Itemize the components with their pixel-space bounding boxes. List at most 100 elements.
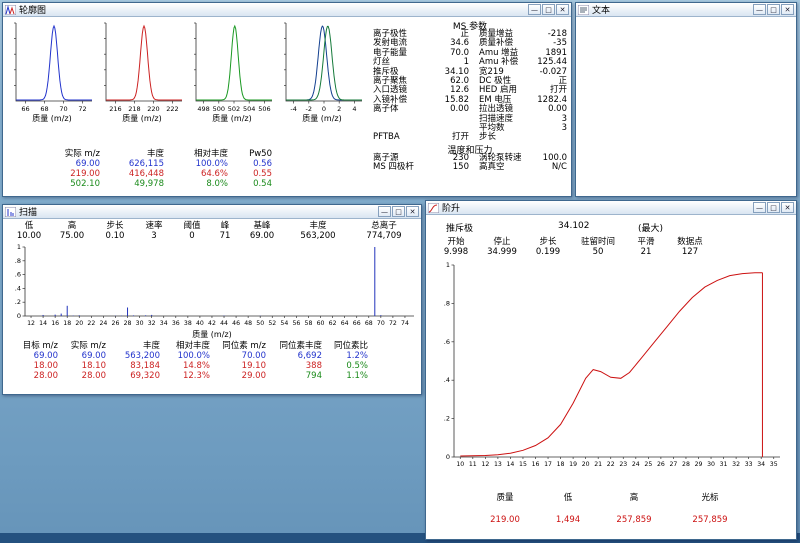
svg-text:502: 502 — [228, 105, 240, 113]
minimize-button[interactable]: — — [528, 4, 541, 15]
ramp-parameter-line: 推斥极 34.102 (最大) — [426, 221, 796, 234]
svg-text:13: 13 — [494, 461, 502, 468]
profile-window-icon — [4, 4, 17, 15]
window-ramp: 阶升 — □ ✕ 推斥极 34.102 (最大) 开始 9.998 停止 34.999… — [425, 200, 797, 540]
table-cell: 563,200 — [124, 351, 160, 361]
titlebar-text[interactable]: 文本 — □ ✕ — [576, 3, 796, 17]
param-cell — [525, 133, 567, 142]
table-cell: 70.00 — [241, 351, 266, 361]
table-cell: 388 — [305, 361, 322, 371]
svg-text:10: 10 — [456, 461, 464, 468]
field-2: 步长 0.10 — [95, 221, 135, 241]
maximize-button[interactable]: □ — [392, 206, 405, 217]
table-cell: 69.00 — [75, 159, 100, 169]
scan-spectrum-chart[interactable]: 0 .2 .4 .6 .8 1 12 14 16 18 20 22 24 26 28 30 32 34 36 38 40… — [5, 243, 419, 334]
field-value: 75.00 — [59, 231, 85, 241]
svg-text:34: 34 — [160, 320, 168, 327]
svg-text:18: 18 — [63, 320, 71, 327]
ramp-header-fields: 开始 9.998 停止 34.999 步长 0.199 驻留时间 50 平滑 21 数据点 127 — [434, 237, 714, 257]
scan-results-table: 目标 m/z 实际 m/z 丰度 相对丰度 同位素 m/z 同位素丰度 同位素比 69.00 6… — [15, 341, 373, 381]
svg-text:27: 27 — [669, 461, 677, 468]
svg-text:504: 504 — [243, 105, 255, 113]
column-header: 同位素丰度 — [279, 341, 322, 351]
table-cell: 8.0% — [206, 179, 228, 189]
minimize-button[interactable]: — — [753, 4, 766, 15]
maximize-button[interactable]: □ — [542, 4, 555, 15]
maximize-button[interactable]: □ — [767, 202, 780, 213]
field-value: 257,859 — [692, 515, 728, 525]
temp-pressure-panel: 温度和压力 离子源 230 涡轮泵转速 100.0 MS 四极杆 150 高真空 N/C — [373, 143, 567, 173]
titlebar-profile[interactable]: 轮廓图 — □ ✕ — [3, 3, 571, 17]
field-label: 光标 — [701, 493, 719, 503]
ramp-curve-svg: 0 .2 .4 .6 .8 1 10 11 12 13 14 15 16 17 18 19 20 21 22 23 24… — [444, 261, 780, 468]
titlebar-ramp[interactable]: 阶升 — □ ✕ — [426, 201, 796, 215]
close-button[interactable]: ✕ — [556, 4, 569, 15]
table-cell: 0.5% — [346, 361, 368, 371]
table-cell: 29.00 — [241, 371, 266, 381]
table-cell: 69,320 — [130, 371, 160, 381]
ms-params-panel: MS 参数 离子极性正质量增益 -218 发射电流 34.6 质量补偿 -35 电子能量 70… — [373, 19, 567, 143]
profile-plot-svg: 216 218 220 222 — [104, 22, 182, 113]
column-header: 相对丰度 — [175, 341, 210, 351]
titlebar-scan[interactable]: 扫描 — □ ✕ — [3, 205, 421, 219]
table-cell: 100.0% — [177, 351, 210, 361]
field-label: 阈值 — [183, 221, 201, 231]
table-cell: 28.00 — [33, 371, 58, 381]
field-value: 563,200 — [300, 231, 336, 241]
field-value: 10.00 — [16, 231, 42, 241]
svg-text:.8: .8 — [444, 299, 450, 307]
table-row: 69.00 626,115 100.0% 0.56 — [49, 159, 277, 169]
param-cell: 平均数 — [479, 123, 505, 134]
param-cell: PFTBA — [373, 132, 400, 143]
svg-text:24: 24 — [632, 461, 640, 468]
profile-peak-table-panel: 实际 m/z 丰度 相对丰度 Pw50 69.00 626,115 100.0% 0.56 21… — [49, 149, 277, 189]
svg-text:54: 54 — [280, 320, 288, 327]
svg-text:222: 222 — [166, 105, 178, 113]
param-cell — [373, 115, 429, 124]
ramp-param-note: (最大) — [638, 224, 664, 234]
table-cell: 626,115 — [128, 159, 164, 169]
ms-params-table: 离子极性正质量增益 -218 发射电流 34.6 质量补偿 -35 电子能量 70.0 Amu … — [373, 29, 567, 143]
svg-text:66: 66 — [353, 320, 361, 327]
field-value: 257,859 — [616, 515, 652, 525]
minimize-button[interactable]: — — [378, 206, 391, 217]
table-cell: 6,692 — [297, 351, 322, 361]
table-cell: 1.2% — [346, 351, 368, 361]
param-cell: 3 — [561, 123, 567, 134]
table-cell: 83,184 — [130, 361, 160, 371]
maximize-button[interactable]: □ — [767, 4, 780, 15]
svg-text:12: 12 — [27, 320, 35, 327]
svg-text:500: 500 — [213, 105, 225, 113]
svg-text:50: 50 — [256, 320, 264, 327]
field-value: 21 — [640, 247, 652, 257]
close-button[interactable]: ✕ — [781, 4, 794, 15]
field-4: 平滑 21 — [626, 237, 666, 257]
ramp-curve-chart[interactable]: 0 .2 .4 .6 .8 1 10 11 12 13 14 15 16 17 18 19 20 21 22 23 24… — [428, 259, 792, 478]
profile-plot-svg: -4 -2 0 2 4 — [284, 22, 362, 113]
temp-pressure-table: 离子源 230 涡轮泵转速 100.0 MS 四极杆 150 高真空 N/C — [373, 153, 567, 173]
scan-spectrum-svg: 0 .2 .4 .6 .8 1 12 14 16 18 20 22 24 26 28 30 32 34 36 38 40… — [15, 243, 414, 327]
scan-table-panel: 目标 m/z 实际 m/z 丰度 相对丰度 同位素 m/z 同位素丰度 同位素比 69.00 6… — [15, 341, 373, 381]
table-cell: 69.00 — [33, 351, 58, 361]
param-row: 离子体 0.00 拉出透镜 0.00 — [373, 104, 567, 114]
svg-text:1: 1 — [446, 261, 450, 269]
svg-text:18: 18 — [557, 461, 565, 468]
scan-header-fields: 低 10.00 高 75.00 步长 0.10 速率 3 阈值 0 峰 71 基峰 69.00 丰度 563,… — [9, 221, 417, 241]
field-label: 平滑 — [637, 237, 655, 247]
table-cell: 416,448 — [128, 169, 164, 179]
field-value: 71 — [219, 231, 231, 241]
minimize-button[interactable]: — — [753, 202, 766, 213]
window-text: 文本 — □ ✕ — [575, 2, 797, 197]
svg-text:30: 30 — [136, 320, 144, 327]
param-cell: MS 四极杆 — [373, 162, 414, 173]
field-label: 步长 — [539, 237, 557, 247]
svg-text:14: 14 — [39, 320, 47, 327]
field-4: 阈值 0 — [173, 221, 211, 241]
param-cell: 70.0 — [450, 47, 469, 58]
close-button[interactable]: ✕ — [781, 202, 794, 213]
field-value: 219.00 — [490, 515, 520, 525]
svg-text:72: 72 — [78, 105, 86, 113]
svg-text:.4: .4 — [15, 284, 21, 292]
table-row: 18.00 18.10 83,184 14.8% 19.10 388 0.5% — [15, 361, 373, 371]
close-button[interactable]: ✕ — [406, 206, 419, 217]
